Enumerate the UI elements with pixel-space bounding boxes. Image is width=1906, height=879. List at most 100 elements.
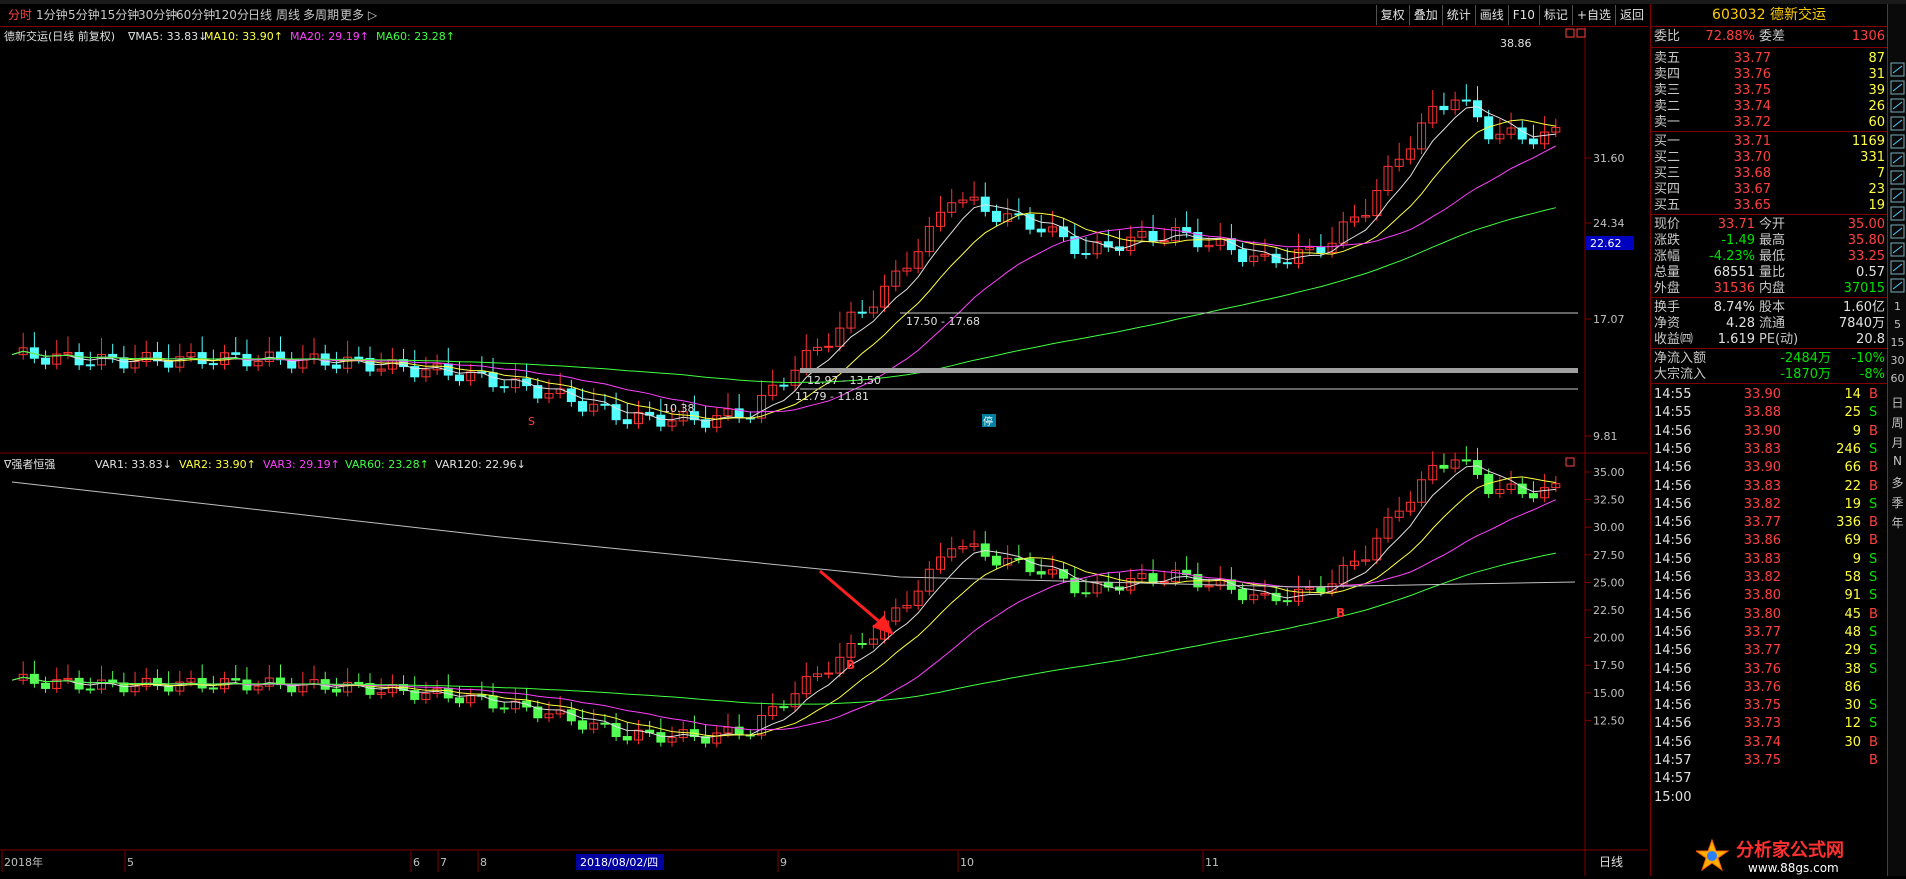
- tick-row[interactable]: 14:56 33.75 30 S: [1651, 697, 1887, 715]
- tick-row[interactable]: 14:56 33.73 12 S: [1651, 715, 1887, 733]
- tick-row[interactable]: 14:57 33.75 B: [1651, 752, 1887, 770]
- tick-row[interactable]: 14:56 33.83 246 S: [1651, 441, 1887, 459]
- kline-svg[interactable]: 德新交运(日线 前复权) ∇MA5: 33.83↓MA10: 33.90↑ MA20…: [0, 27, 1648, 876]
- tick-time: 14:56: [1654, 643, 1692, 659]
- indicator-candle: [1316, 587, 1326, 593]
- f5-icon[interactable]: [1890, 242, 1905, 257]
- sidebar-period-num[interactable]: 30: [1889, 354, 1906, 367]
- period-tab[interactable]: 多周期: [303, 7, 339, 23]
- price-candle: [499, 386, 509, 389]
- period-tab[interactable]: 60分钟: [176, 7, 215, 23]
- trend-icon[interactable]: [1890, 98, 1905, 113]
- tick-row[interactable]: 14:56 33.74 30 B: [1651, 734, 1887, 752]
- period-tab[interactable]: 120分: [214, 7, 249, 23]
- indicator-label: 22.50: [1593, 604, 1625, 617]
- tick-time: 14:56: [1654, 588, 1692, 604]
- f4-icon[interactable]: [1890, 224, 1905, 239]
- period-tab[interactable]: 周线: [276, 7, 300, 23]
- tick-row[interactable]: 14:56 33.76 86: [1651, 679, 1887, 697]
- period-tab[interactable]: 15分钟: [100, 7, 139, 23]
- price-candle: [857, 311, 867, 314]
- k-icon[interactable]: [1890, 116, 1905, 131]
- tick-row[interactable]: 14:55 33.90 14 B: [1651, 386, 1887, 404]
- b-signal-mark: B: [1336, 606, 1345, 620]
- sidebar-period[interactable]: 周: [1889, 414, 1906, 431]
- sidebar-period-num[interactable]: 15: [1889, 336, 1906, 349]
- tick-time: 14:56: [1654, 679, 1692, 695]
- sidebar-period[interactable]: 月: [1889, 434, 1906, 451]
- order-book-row[interactable]: 卖一 33.72 60: [1651, 114, 1887, 132]
- tick-row[interactable]: 14:56 33.83 9 S: [1651, 551, 1887, 569]
- tick-row[interactable]: 14:56 33.82 19 S: [1651, 496, 1887, 514]
- tick-row[interactable]: 14:56 33.90 66 B: [1651, 459, 1887, 477]
- price-candle: [991, 210, 1001, 222]
- order-book-row[interactable]: 买五 33.65 19: [1651, 197, 1887, 215]
- tick-row[interactable]: 14:56 33.83 22 B: [1651, 478, 1887, 496]
- sidebar-period-num[interactable]: 1: [1889, 300, 1906, 313]
- stat-row: 收益㈣ 1.619 PE(动) 20.8: [1651, 331, 1887, 349]
- toolbar-button[interactable]: 统计: [1441, 5, 1475, 25]
- f2-icon[interactable]: [1890, 188, 1905, 203]
- period-tab[interactable]: 5分钟: [68, 7, 100, 23]
- price-label: 17.07: [1593, 313, 1625, 326]
- bar-icon[interactable]: [1890, 80, 1905, 95]
- indicator-label: 27.50: [1593, 549, 1625, 562]
- tick-price: 33.86: [1743, 533, 1781, 549]
- sidebar-period[interactable]: 日: [1889, 394, 1906, 411]
- toolbar-button[interactable]: 返回: [1614, 5, 1648, 25]
- tick-row[interactable]: 14:56 33.80 91 S: [1651, 587, 1887, 605]
- toolbar-button[interactable]: 叠加: [1408, 5, 1442, 25]
- toolbar-button[interactable]: +自选: [1571, 5, 1615, 25]
- sidebar-period[interactable]: N: [1889, 454, 1906, 468]
- tick-price: 33.90: [1743, 423, 1781, 439]
- tick-row[interactable]: 15:00: [1651, 789, 1887, 807]
- f3-icon[interactable]: [1890, 206, 1905, 221]
- f1-icon[interactable]: [1890, 170, 1905, 185]
- tick-row[interactable]: 14:57: [1651, 770, 1887, 788]
- chart-area[interactable]: 德新交运(日线 前复权) ∇MA5: 33.83↓ MA10: 33.90↑ MA20…: [0, 27, 1648, 876]
- sidebar-period[interactable]: 多: [1889, 474, 1906, 491]
- toolbar-button[interactable]: F10: [1507, 5, 1539, 25]
- rsi-icon[interactable]: [1890, 260, 1905, 275]
- stat-value: 31536: [1713, 281, 1755, 296]
- tick-price: 33.83: [1743, 551, 1781, 567]
- period-tab[interactable]: 30分钟: [138, 7, 177, 23]
- zone-label: 17.50 - 17.68: [906, 315, 980, 328]
- toolbar-button[interactable]: 标记: [1538, 5, 1572, 25]
- period-tab[interactable]: 更多 ▷: [340, 7, 377, 23]
- indicator-label: 15.00: [1593, 687, 1625, 700]
- zone-band: [800, 368, 1578, 373]
- indicator-candle: [600, 722, 610, 725]
- tick-price: 33.77: [1743, 643, 1781, 659]
- tick-row[interactable]: 14:56 33.77 336 B: [1651, 514, 1887, 532]
- grid-icon[interactable]: [1890, 134, 1905, 149]
- tick-row[interactable]: 14:56 33.80 45 B: [1651, 606, 1887, 624]
- separator: [1651, 383, 1887, 384]
- period-tab[interactable]: 1分钟: [36, 7, 68, 23]
- period-tab[interactable]: 日线: [248, 7, 272, 23]
- price-candle: [197, 352, 207, 365]
- indicator-candle: [1036, 571, 1046, 575]
- tick-row[interactable]: 14:56 33.86 69 B: [1651, 532, 1887, 550]
- period-tab[interactable]: 分时: [8, 7, 32, 23]
- tick-row[interactable]: 14:56 33.77 29 S: [1651, 642, 1887, 660]
- sidebar-period-num[interactable]: 5: [1889, 318, 1906, 331]
- tick-row[interactable]: 14:56 33.90 9 B: [1651, 423, 1887, 441]
- indicator-candle: [85, 688, 95, 691]
- tick-row[interactable]: 14:55 33.88 25 S: [1651, 404, 1887, 422]
- list-icon[interactable]: [1890, 62, 1905, 77]
- tick-time: 14:56: [1654, 423, 1692, 439]
- sidebar-period[interactable]: 季: [1889, 494, 1906, 511]
- toolbar-button[interactable]: 画线: [1474, 5, 1508, 25]
- tick-row[interactable]: 14:56 33.76 38 S: [1651, 661, 1887, 679]
- toolbar-button[interactable]: 复权: [1375, 5, 1409, 25]
- cursor-date: 2018/08/02/四: [580, 856, 658, 869]
- sidebar-period-num[interactable]: 60: [1889, 372, 1906, 385]
- tick-row[interactable]: 14:56 33.82 58 S: [1651, 569, 1887, 587]
- sidebar-period[interactable]: 年: [1889, 514, 1906, 531]
- tick-row[interactable]: 14:56 33.77 48 S: [1651, 624, 1887, 642]
- stock-name: 德新交运: [1769, 7, 1826, 23]
- pen-icon[interactable]: [1890, 278, 1905, 293]
- doc-icon[interactable]: [1890, 152, 1905, 167]
- price-candle: [1036, 228, 1046, 233]
